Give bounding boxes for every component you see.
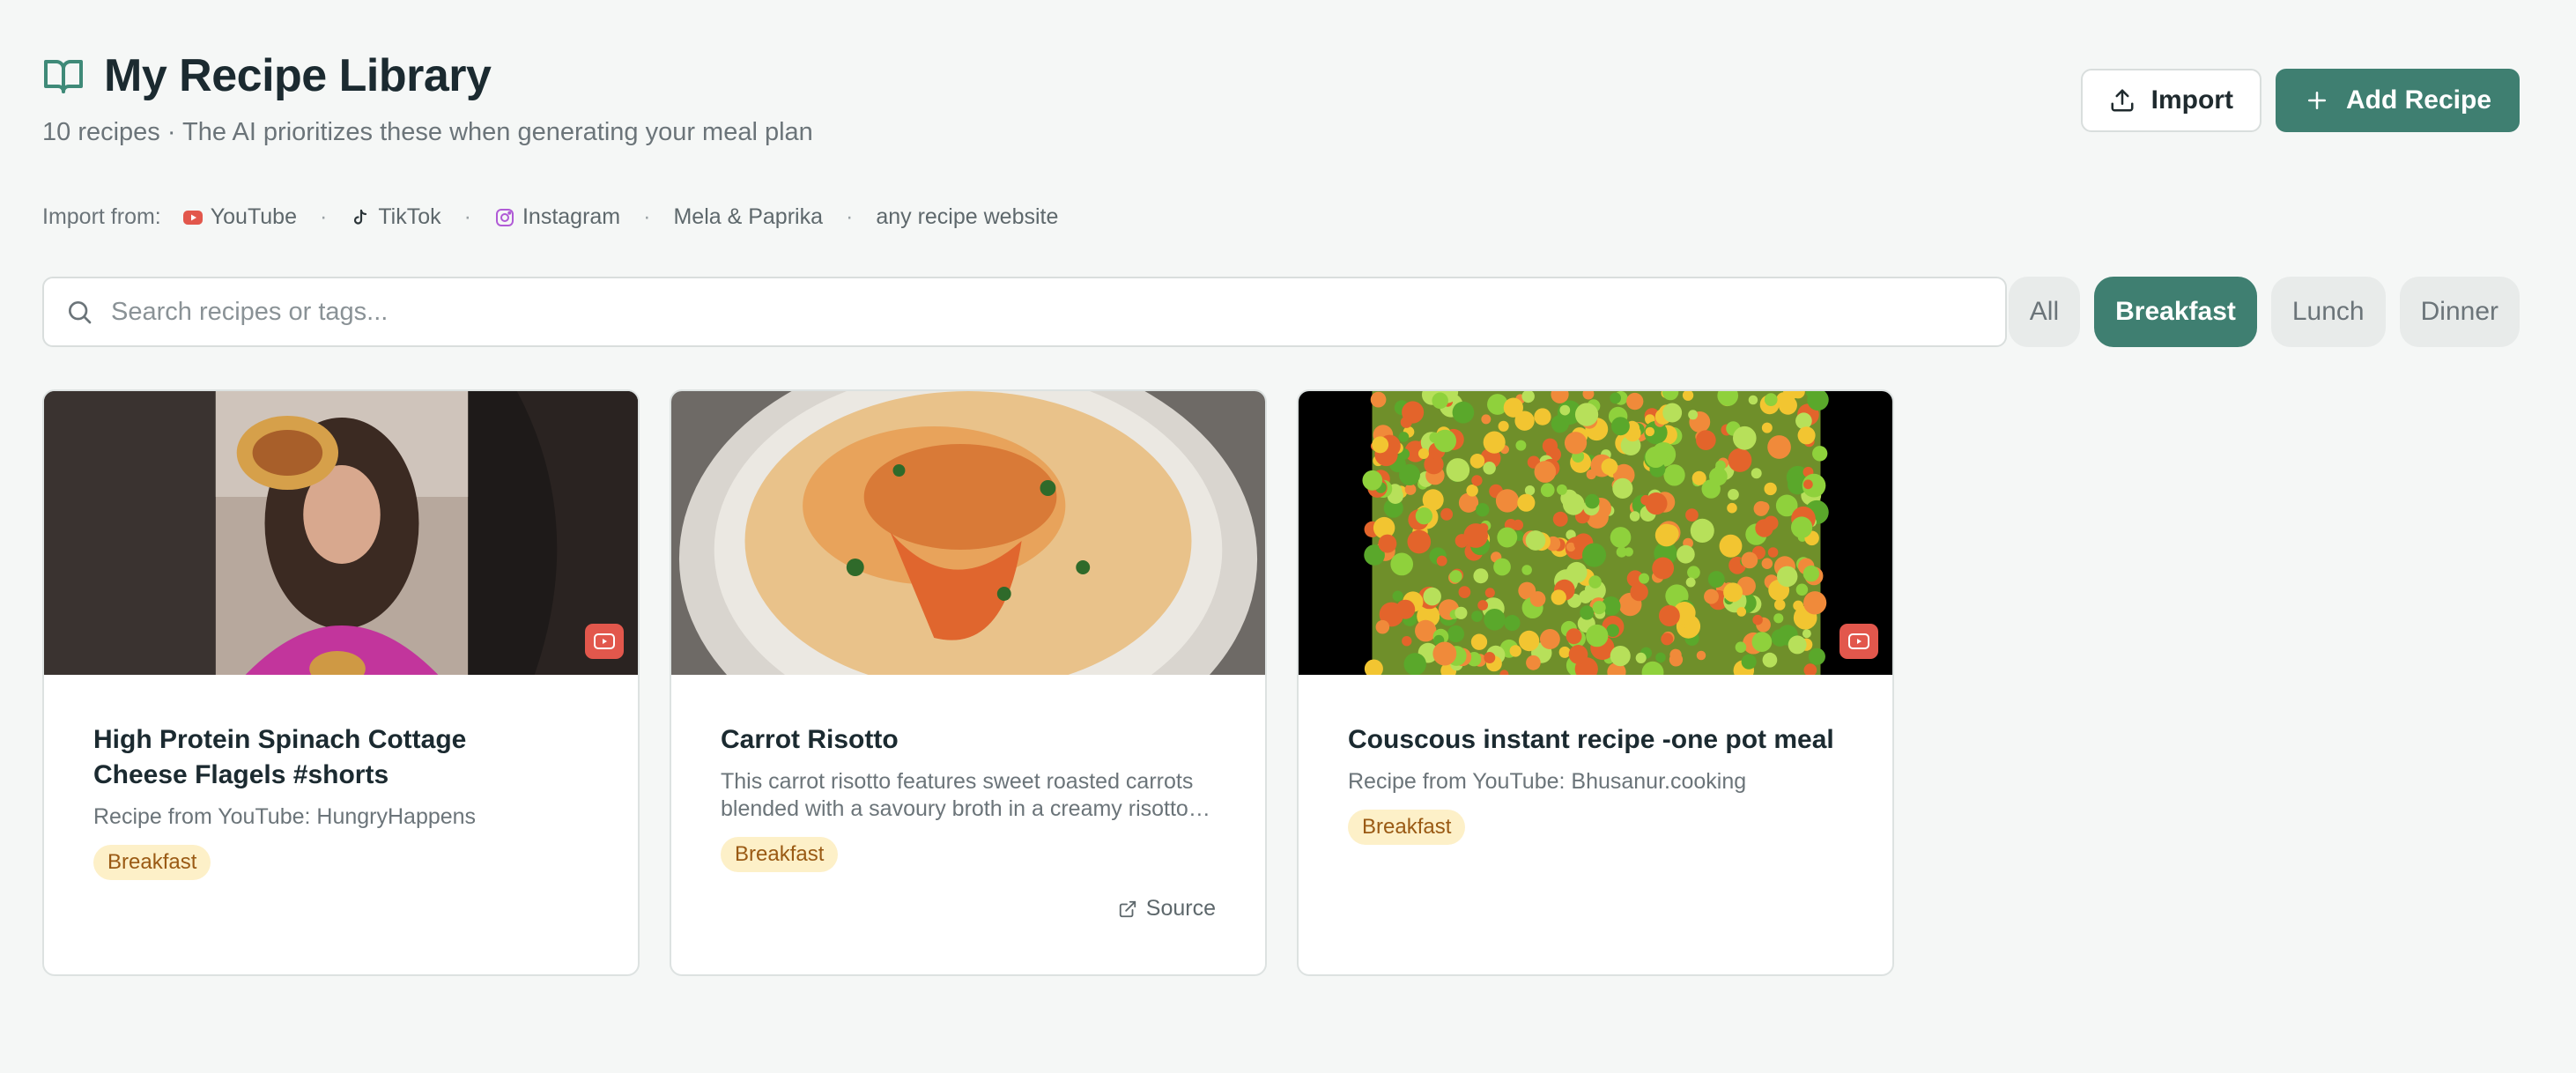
- recipe-thumbnail: [44, 391, 638, 675]
- recipe-card[interactable]: Couscous instant recipe -one pot meal Re…: [1297, 389, 1894, 976]
- import-button[interactable]: Import: [2080, 69, 2261, 132]
- upload-icon: [2111, 89, 2134, 112]
- import-button-label: Import: [2150, 85, 2233, 115]
- separator: ·: [320, 204, 328, 229]
- recipe-tag: Breakfast: [1348, 810, 1466, 845]
- search-icon: [69, 301, 92, 324]
- page-header: My Recipe Library 10 recipes · The AI pr…: [42, 49, 2520, 155]
- youtube-video-badge: [1839, 624, 1878, 659]
- source-instagram-label: Instagram: [522, 204, 621, 229]
- add-recipe-button-label: Add Recipe: [2345, 85, 2491, 115]
- filter-breakfast[interactable]: Breakfast: [2094, 277, 2257, 347]
- meal-filter-chips: All Breakfast Lunch Dinner: [2008, 277, 2520, 347]
- source-mela-paprika[interactable]: Mela & Paprika: [673, 204, 823, 230]
- import-sources: Import from: YouTube · TikTok · Instagra…: [42, 204, 1058, 230]
- recipe-description: Recipe from YouTube: Bhusanur.cooking: [1348, 769, 1747, 794]
- recipe-tag: Breakfast: [721, 837, 839, 872]
- source-instagram[interactable]: Instagram: [494, 204, 620, 230]
- separator: ·: [846, 204, 854, 229]
- search-bar: [42, 277, 2007, 347]
- recipe-description: This carrot risotto features sweet roast…: [721, 769, 1194, 821]
- youtube-icon: [182, 207, 204, 228]
- recipe-description: Recipe from YouTube: HungryHappens: [93, 804, 477, 829]
- filter-dinner[interactable]: Dinner: [2399, 277, 2520, 347]
- import-from-label: Import from:: [42, 204, 161, 229]
- recipe-thumbnail: [1299, 391, 1892, 675]
- plus-icon: [2307, 92, 2326, 109]
- recipe-tag: Breakfast: [93, 845, 211, 880]
- source-link[interactable]: Source: [1118, 896, 1216, 921]
- recipe-card[interactable]: Carrot Risotto This carrot risotto featu…: [670, 389, 1267, 976]
- youtube-video-badge: [585, 624, 624, 659]
- add-recipe-button[interactable]: Add Recipe: [2275, 69, 2520, 132]
- search-input[interactable]: [111, 297, 1961, 327]
- source-link-label: Source: [1145, 896, 1216, 921]
- book-open-icon: [42, 55, 85, 97]
- source-any-website[interactable]: any recipe website: [876, 204, 1058, 230]
- source-tiktok[interactable]: TikTok: [350, 204, 441, 230]
- source-youtube[interactable]: YouTube: [182, 204, 297, 230]
- recipe-title: High Protein Spinach Cottage Cheese Flag…: [93, 725, 467, 789]
- tiktok-icon: [350, 207, 371, 228]
- external-link-icon: [1119, 900, 1136, 917]
- recipe-title: Couscous instant recipe -one pot meal: [1348, 725, 1834, 754]
- source-tiktok-label: TikTok: [378, 204, 441, 229]
- source-youtube-label: YouTube: [210, 204, 297, 229]
- recipe-card[interactable]: High Protein Spinach Cottage Cheese Flag…: [42, 389, 640, 976]
- filter-lunch[interactable]: Lunch: [2270, 277, 2386, 347]
- recipe-grid: High Protein Spinach Cottage Cheese Flag…: [42, 389, 1894, 976]
- instagram-icon: [494, 207, 515, 228]
- filter-all[interactable]: All: [2008, 277, 2081, 347]
- recipe-thumbnail: [671, 391, 1265, 675]
- separator: ·: [463, 204, 471, 229]
- separator: ·: [643, 204, 651, 229]
- page-title: My Recipe Library: [104, 50, 492, 101]
- recipe-title: Carrot Risotto: [721, 725, 899, 754]
